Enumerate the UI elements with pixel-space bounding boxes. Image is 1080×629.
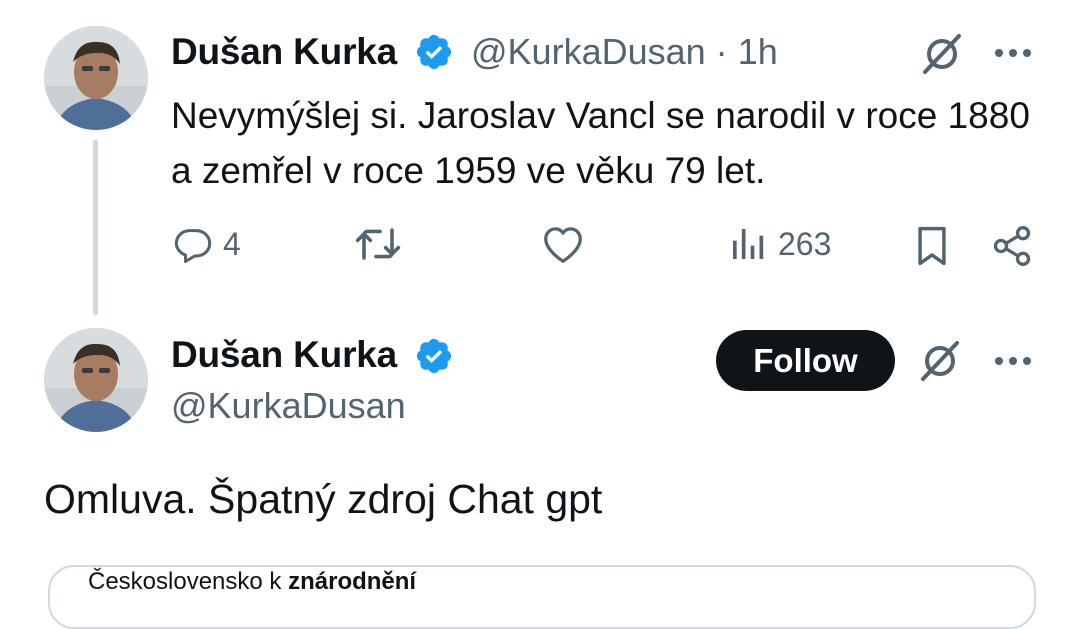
quoted-text-regular: Československo k [88, 568, 289, 595]
avatar[interactable] [44, 328, 148, 432]
author-handle[interactable]: @KurkaDusan [471, 31, 706, 72]
bookmark-icon [918, 226, 946, 266]
views-button[interactable]: 263 [728, 224, 831, 264]
grok-icon[interactable] [917, 338, 963, 384]
tweet-text: Nevymýšlej si. Jaroslav Vancl se narodil… [171, 95, 1030, 191]
follow-button[interactable]: Follow [716, 330, 895, 391]
quoted-tweet-card[interactable]: Československo k znárodnění [48, 565, 1036, 629]
author-name[interactable]: Dušan Kurka [171, 334, 397, 376]
tweet-text: Omluva. Špatný zdroj Chat gpt [44, 476, 603, 522]
retweet-button[interactable] [354, 224, 412, 264]
separator-dot: · [715, 31, 728, 72]
verified-badge-icon [416, 338, 452, 374]
reply-count: 4 [223, 225, 241, 262]
quoted-text-bold: znárodnění [288, 568, 417, 595]
like-button[interactable] [541, 224, 595, 264]
views-count: 263 [778, 225, 832, 262]
author-name[interactable]: Dušan Kurka [171, 31, 397, 73]
grok-icon[interactable] [919, 31, 965, 77]
reply-button[interactable]: 4 [173, 224, 241, 264]
bookmark-button[interactable] [913, 224, 951, 268]
avatar[interactable] [44, 26, 148, 130]
more-icon[interactable] [993, 46, 1033, 60]
tweet-time[interactable]: 1h [738, 31, 778, 72]
quoted-tweet-text: Československo k znárodnění [88, 568, 416, 596]
retweet-icon [355, 228, 401, 260]
share-icon [993, 226, 1031, 266]
views-icon [733, 229, 764, 259]
thread-connector-line [93, 140, 98, 315]
verified-badge-icon [416, 34, 452, 70]
author-handle[interactable]: @KurkaDusan [171, 385, 406, 427]
like-icon [544, 227, 582, 263]
reply-icon [174, 229, 212, 263]
more-icon[interactable] [993, 354, 1033, 368]
handle-and-time: @KurkaDusan · 1h [471, 31, 778, 73]
share-button[interactable] [990, 224, 1034, 268]
